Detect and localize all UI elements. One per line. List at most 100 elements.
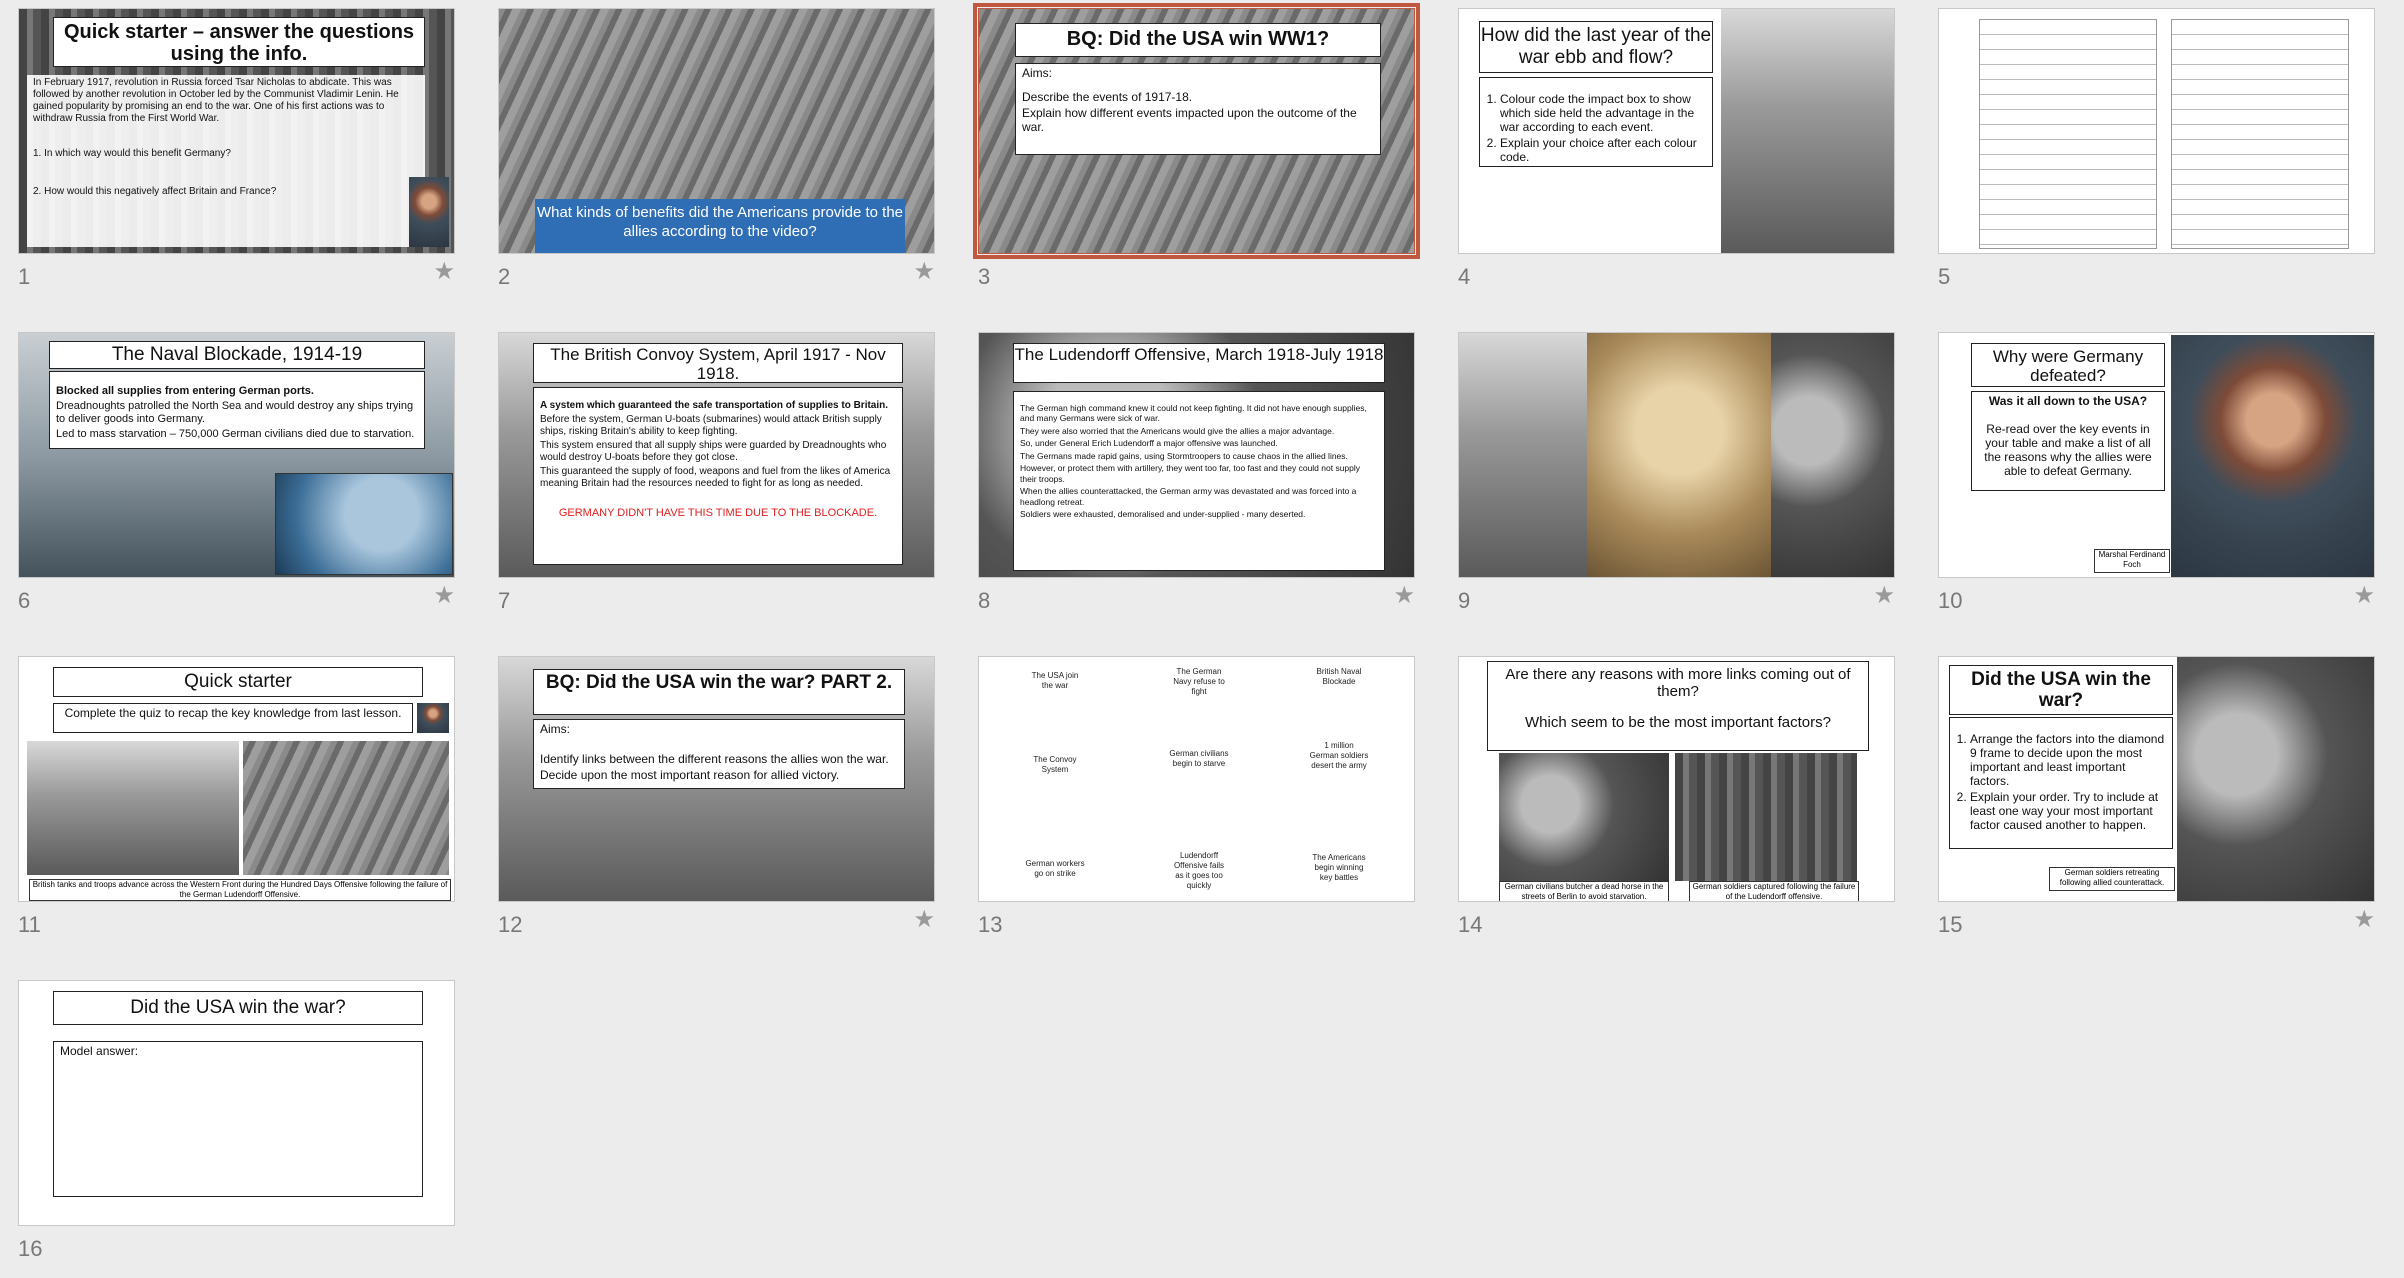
slide-10-title: Why were Germany defeated? bbox=[1992, 347, 2144, 385]
slide-number: 4 bbox=[1458, 264, 1471, 289]
slide-number: 3 bbox=[978, 264, 991, 289]
slide-number: 9 bbox=[1458, 588, 1471, 613]
slide-thumbnail-16[interactable]: Did the USA win the war? Model answer: 1… bbox=[18, 980, 455, 1261]
slide-3-aim-2: Explain how different events impacted up… bbox=[1022, 106, 1374, 134]
slide-7-title: The British Convoy System, April 1917 - … bbox=[550, 345, 886, 383]
slide-thumbnail-6[interactable]: The Naval Blockade, 1914-19 Blocked all … bbox=[18, 332, 455, 613]
slide-12-aims-label: Aims: bbox=[540, 722, 570, 736]
stormtroopers-illustration bbox=[1587, 333, 1771, 577]
slide-15-title: Did the USA win the war? bbox=[1971, 669, 2151, 711]
star-icon[interactable]: ★ bbox=[433, 260, 455, 284]
slide-thumbnail-4[interactable]: How did the last year of the war ebb and… bbox=[1458, 8, 1895, 289]
slide-number: 16 bbox=[18, 1236, 43, 1261]
slide-11-canvas: Quick starter Complete the quiz to recap… bbox=[18, 656, 455, 902]
slide-4-title-box: How did the last year of the war ebb and… bbox=[1479, 21, 1713, 73]
slide-6-bullet-1: Blocked all supplies from entering Germa… bbox=[56, 385, 418, 398]
captured-soldiers-photo bbox=[1675, 753, 1857, 881]
soldier-photo bbox=[1721, 9, 1894, 253]
slide-13-canvas: The USA join the war The German Navy ref… bbox=[978, 656, 1415, 902]
slide-thumbnail-13[interactable]: The USA join the war The German Navy ref… bbox=[978, 656, 1415, 937]
slide-6-bullet-3: Led to mass starvation – 750,000 German … bbox=[56, 428, 418, 441]
slide-number: 11 bbox=[18, 912, 41, 937]
star-icon[interactable]: ★ bbox=[2353, 584, 2375, 608]
slide-7-title-box: The British Convoy System, April 1917 - … bbox=[533, 343, 903, 383]
foch-portrait bbox=[2171, 335, 2374, 577]
slide-6-title: The Naval Blockade, 1914-19 bbox=[111, 344, 363, 365]
slide-3-aims-label: Aims: bbox=[1022, 66, 1052, 80]
star-icon[interactable]: ★ bbox=[433, 584, 455, 608]
berlin-civilians-photo bbox=[1499, 753, 1669, 881]
slide-thumbnail-2[interactable]: What kinds of benefits did the Americans… bbox=[498, 8, 935, 289]
slide-8-bullet-4: The Germans made rapid gains, using Stor… bbox=[1020, 451, 1378, 462]
soldier-photo bbox=[1771, 333, 1894, 577]
slide-number: 2 bbox=[498, 264, 511, 289]
slide-thumbnail-7[interactable]: The British Convoy System, April 1917 - … bbox=[498, 332, 935, 613]
slide-8-bullet-1: The German high command knew it could no… bbox=[1020, 403, 1378, 424]
star-icon[interactable]: ★ bbox=[1873, 584, 1895, 608]
slide-thumbnail-9[interactable]: 9 ★ bbox=[1458, 332, 1895, 613]
slide-3-aim-1: Describe the events of 1917-18. bbox=[1022, 90, 1374, 104]
slide-15-instruction-1: Arrange the factors into the diamond 9 f… bbox=[1970, 732, 2166, 788]
slide-2-caption: What kinds of benefits did the Americans… bbox=[535, 199, 905, 253]
slide-1-question-2: 2. How would this negatively affect Brit… bbox=[33, 186, 277, 197]
slide-number: 15 bbox=[1938, 912, 1963, 937]
slide-thumbnail-12[interactable]: BQ: Did the USA win the war? PART 2. Aim… bbox=[498, 656, 935, 937]
slide-number: 6 bbox=[18, 588, 31, 613]
slide-thumbnail-15[interactable]: Did the USA win the war? Arrange the fac… bbox=[1938, 656, 2375, 937]
star-icon[interactable]: ★ bbox=[913, 260, 935, 284]
slide-10-title-box: Why were Germany defeated? bbox=[1971, 343, 2165, 387]
slide-thumbnail-10[interactable]: Why were Germany defeated? Was it all do… bbox=[1938, 332, 2375, 613]
slide-thumbnail-8[interactable]: The Ludendorff Offensive, March 1918-Jul… bbox=[978, 332, 1415, 613]
slide-11-title: Quick starter bbox=[184, 671, 292, 692]
worksheet-table-left bbox=[1979, 19, 2157, 249]
slide-1-paragraph: In February 1917, revolution in Russia f… bbox=[33, 77, 399, 124]
slide-7-text-box: A system which guaranteed the safe trans… bbox=[533, 387, 903, 565]
diamond-item-1: The USA join the war bbox=[1031, 671, 1079, 690]
slide-15-instructions-box: Arrange the factors into the diamond 9 f… bbox=[1949, 717, 2173, 849]
avatar bbox=[417, 703, 449, 733]
diamond-item-7: German workers go on strike bbox=[1025, 859, 1085, 878]
slide-4-canvas: How did the last year of the war ebb and… bbox=[1458, 8, 1895, 254]
slide-8-bullet-6: When the allies counterattacked, the Ger… bbox=[1020, 486, 1378, 507]
slide-12-canvas: BQ: Did the USA win the war? PART 2. Aim… bbox=[498, 656, 935, 902]
slide-10-canvas: Why were Germany defeated? Was it all do… bbox=[1938, 332, 2375, 578]
slide-6-canvas: The Naval Blockade, 1914-19 Blocked all … bbox=[18, 332, 455, 578]
star-icon[interactable]: ★ bbox=[1393, 584, 1415, 608]
slide-11-caption: British tanks and troops advance across … bbox=[29, 879, 451, 901]
slide-2-canvas: What kinds of benefits did the Americans… bbox=[498, 8, 935, 254]
slide-15-instruction-2: Explain your order. Try to include at le… bbox=[1970, 790, 2166, 832]
star-icon[interactable]: ★ bbox=[913, 908, 935, 932]
slide-10-question: Was it all down to the USA? bbox=[1988, 394, 2148, 408]
slide-12-title: BQ: Did the USA win the war? PART 2. bbox=[545, 672, 893, 693]
diamond-item-6: 1 million German soldiers desert the arm… bbox=[1309, 741, 1369, 770]
battlefield-photo bbox=[1459, 333, 1587, 577]
slide-thumbnail-11[interactable]: Quick starter Complete the quiz to recap… bbox=[18, 656, 455, 937]
worksheet-table-right bbox=[2171, 19, 2349, 249]
diamond-item-5: German civilians begin to starve bbox=[1169, 749, 1229, 768]
slide-thumbnail-14[interactable]: Are there any reasons with more links co… bbox=[1458, 656, 1895, 937]
slide-number: 12 bbox=[498, 912, 523, 937]
slide-thumbnail-5[interactable]: 5 bbox=[1938, 8, 2375, 289]
slide-16-title-box: Did the USA win the war? bbox=[53, 991, 423, 1025]
slide-12-aim-1: Identify links between the different rea… bbox=[540, 752, 898, 766]
slide-14-title-box: Are there any reasons with more links co… bbox=[1487, 661, 1869, 751]
slide-15-title-box: Did the USA win the war? bbox=[1949, 665, 2173, 715]
slide-8-title-box: The Ludendorff Offensive, March 1918-Jul… bbox=[1013, 343, 1385, 383]
slide-number: 14 bbox=[1458, 912, 1483, 937]
slide-thumbnail-1[interactable]: Quick starter – answer the questions usi… bbox=[18, 8, 455, 289]
slide-1-text-box: In February 1917, revolution in Russia f… bbox=[27, 75, 425, 247]
star-icon[interactable]: ★ bbox=[2353, 908, 2375, 932]
slide-thumbnail-3[interactable]: BQ: Did the USA win WW1? Aims: Describe … bbox=[973, 3, 1420, 289]
slide-4-instruction-1: Colour code the impact box to show which… bbox=[1500, 92, 1706, 134]
slide-8-bullet-2: They were also worried that the American… bbox=[1020, 426, 1378, 437]
slide-6-bullet-2: Dreadnoughts patrolled the North Sea and… bbox=[56, 400, 418, 426]
slide-6-title-box: The Naval Blockade, 1914-19 bbox=[49, 341, 425, 369]
slide-number: 10 bbox=[1938, 588, 1963, 613]
slide-16-title: Did the USA win the war? bbox=[130, 997, 346, 1018]
slide-4-title: How did the last year of the war ebb and… bbox=[1480, 25, 1712, 68]
slide-7-bullet-1: A system which guaranteed the safe trans… bbox=[540, 400, 896, 412]
slide-number: 5 bbox=[1938, 264, 1951, 289]
slide-16-model-label: Model answer: bbox=[60, 1044, 139, 1058]
slide-5-canvas bbox=[1938, 8, 2375, 254]
slide-9-canvas bbox=[1458, 332, 1895, 578]
